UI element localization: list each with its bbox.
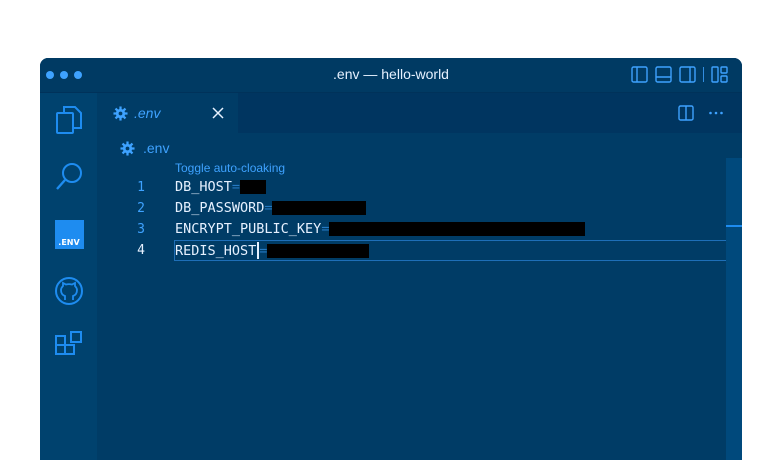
tab-env[interactable]: .env xyxy=(97,93,238,133)
github-icon[interactable] xyxy=(54,276,84,306)
code-editor[interactable]: Toggle auto-cloaking 1 DB_HOST = 2 DB_PA… xyxy=(97,158,741,460)
toggle-auto-cloaking-link[interactable]: Toggle auto-cloaking xyxy=(175,161,285,175)
cloaked-value xyxy=(329,222,586,236)
files-icon[interactable] xyxy=(54,105,84,135)
title-bar: .env — hello-world xyxy=(40,58,742,93)
tab-bar: .env xyxy=(97,93,742,133)
code-line: 3 ENCRYPT_PUBLIC_KEY = xyxy=(97,219,727,240)
layout-controls xyxy=(631,66,728,83)
editor-window: .env — hello-world .ENV .env .env Toggle… xyxy=(40,58,742,460)
close-icon[interactable] xyxy=(210,105,226,121)
breadcrumb-label: .env xyxy=(143,140,170,156)
env-badge-label: .ENV xyxy=(54,219,84,249)
env-key: DB_PASSWORD xyxy=(175,200,265,216)
divider xyxy=(703,67,704,82)
gear-icon xyxy=(113,105,128,121)
code-text: DB_PASSWORD = xyxy=(175,200,367,216)
toggle-secondary-sidebar-icon[interactable] xyxy=(679,66,696,83)
code-text: ENCRYPT_PUBLIC_KEY = xyxy=(175,221,586,237)
breadcrumb[interactable]: .env xyxy=(120,138,169,158)
cloaked-value xyxy=(272,201,367,215)
equals-sign: = xyxy=(231,179,241,195)
env-key: ENCRYPT_PUBLIC_KEY xyxy=(175,221,322,237)
code-text: REDIS_HOST = xyxy=(175,242,370,259)
vertical-scrollbar[interactable] xyxy=(726,158,742,460)
toggle-primary-sidebar-icon[interactable] xyxy=(631,66,648,83)
line-number: 3 xyxy=(137,222,145,237)
split-editor-icon[interactable] xyxy=(678,105,694,121)
gear-icon xyxy=(120,140,135,156)
code-line: 4 REDIS_HOST = xyxy=(97,240,727,261)
line-number: 2 xyxy=(137,201,145,216)
code-line: 2 DB_PASSWORD = xyxy=(97,198,727,219)
code-line: 1 DB_HOST = xyxy=(97,177,727,198)
tab-label: .env xyxy=(134,105,161,121)
equals-sign: = xyxy=(259,242,268,259)
activity-bar: .ENV xyxy=(40,93,97,460)
code-text: DB_HOST = xyxy=(175,179,266,195)
env-key: REDIS_HOST xyxy=(175,242,257,259)
equals-sign: = xyxy=(321,221,330,237)
env-extension-icon[interactable]: .ENV xyxy=(54,219,84,249)
editor-actions xyxy=(678,105,724,121)
search-icon[interactable] xyxy=(54,161,84,191)
cloaked-value xyxy=(239,180,266,194)
line-number: 4 xyxy=(137,243,145,258)
line-number: 1 xyxy=(137,180,145,195)
more-actions-icon[interactable] xyxy=(708,105,724,121)
cursor-position-marker xyxy=(726,225,742,227)
customize-layout-icon[interactable] xyxy=(711,66,728,83)
toggle-panel-icon[interactable] xyxy=(655,66,672,83)
extensions-icon[interactable] xyxy=(54,331,84,361)
equals-sign: = xyxy=(264,200,273,216)
env-key: DB_HOST xyxy=(175,179,232,195)
cloaked-value xyxy=(267,243,370,258)
